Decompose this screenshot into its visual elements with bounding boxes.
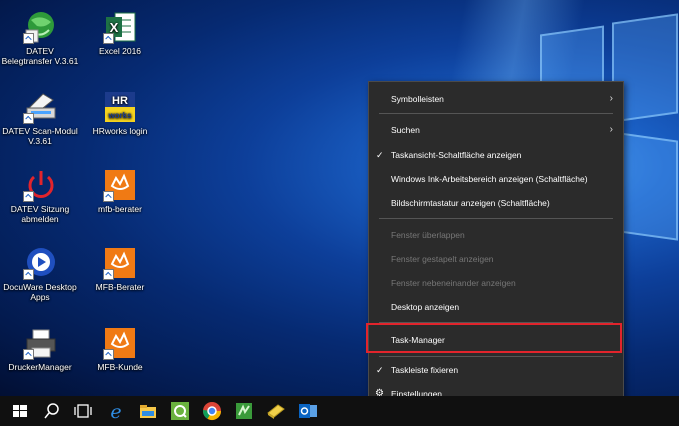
qlik-icon[interactable] (170, 401, 190, 421)
desktop-icon-label: DATEV Belegtransfer V.3.61 (1, 46, 79, 66)
datev-globe-icon (23, 10, 57, 44)
desktop-icon-datev-scan[interactable]: DATEV Scan-Modul V.3.61 (0, 90, 80, 146)
desktop-icon-label: MFB-Berater (95, 282, 145, 292)
menu-item-label: Bildschirmtastatur anzeigen (Schaltfläch… (391, 198, 550, 208)
menu-item-label: Fenster gestapelt anzeigen (391, 254, 494, 264)
menu-item-toolbars[interactable]: Symbolleisten › (369, 89, 623, 109)
menu-item-label: Taskansicht-Schaltfläche anzeigen (391, 150, 522, 160)
chevron-right-icon: › (609, 124, 613, 135)
menu-item-stacked: Fenster gestapelt anzeigen (369, 249, 623, 269)
menu-separator (379, 356, 613, 357)
excel-icon: X (103, 10, 137, 44)
desktop-icon-label: Excel 2016 (98, 46, 142, 56)
menu-item-label: Taskleiste fixieren (391, 365, 459, 375)
menu-item-label: Einstellungen (391, 389, 443, 396)
menu-item-settings[interactable]: ⚙ Einstellungen (369, 384, 623, 396)
task-manager-highlight (366, 323, 622, 353)
file-explorer-icon[interactable] (138, 401, 158, 421)
menu-item-label: Windows Ink-Arbeitsbereich anzeigen (Sch… (391, 174, 588, 184)
desktop-icon-label: DATEV Scan-Modul V.3.61 (2, 126, 78, 146)
search-icon[interactable] (42, 401, 62, 421)
menu-item-search[interactable]: Suchen › (369, 120, 623, 140)
menu-separator (379, 218, 613, 219)
chrome-icon[interactable] (202, 401, 222, 421)
desktop-icon-mfb-berater-lower[interactable]: mfb-berater (80, 168, 160, 214)
menu-item-lock-taskbar[interactable]: ✓ Taskleiste fixieren (369, 360, 623, 380)
mfb-icon (103, 246, 137, 280)
task-view-icon[interactable] (73, 401, 93, 421)
screenshot-margin (679, 0, 684, 430)
outlook-icon[interactable] (298, 401, 318, 421)
desktop-icon-mfb-kunde[interactable]: MFB-Kunde (80, 326, 160, 372)
chevron-right-icon: › (609, 93, 613, 104)
hrworks-icon: HR works (103, 90, 137, 124)
screen: DATEV Belegtransfer V.3.61 DATEV Scan-Mo… (0, 0, 679, 426)
notes-icon[interactable] (266, 401, 286, 421)
desktop-icon-hrworks[interactable]: HR works HRworks login (80, 90, 160, 136)
desktop-icon-druckermanager[interactable]: DruckerManager (0, 326, 80, 372)
menu-item-label: Fenster überlappen (391, 230, 465, 240)
hrworks-logo-text: HR (112, 95, 128, 107)
mfb-icon (103, 326, 137, 360)
desktop-icon-label: DATEV Sitzung abmelden (10, 204, 70, 224)
edge-icon[interactable]: e (106, 401, 126, 423)
scanner-icon (23, 90, 57, 124)
menu-item-label: Suchen (391, 125, 420, 135)
menu-item-touch-keyboard[interactable]: Bildschirmtastatur anzeigen (Schaltfläch… (369, 193, 623, 213)
checkmark-icon: ✓ (376, 150, 384, 160)
desktop-icon-label: HRworks login (92, 126, 148, 136)
menu-item-ink-workspace[interactable]: Windows Ink-Arbeitsbereich anzeigen (Sch… (369, 169, 623, 189)
desktop-icon-datev-belegtransfer[interactable]: DATEV Belegtransfer V.3.61 (0, 10, 80, 66)
menu-item-label: Desktop anzeigen (391, 302, 460, 312)
menu-item-label: Symbolleisten (391, 94, 444, 104)
docuware-icon (23, 246, 57, 280)
desktop-icon-datev-sitzung[interactable]: DATEV Sitzung abmelden (0, 168, 80, 224)
desktop-icon-excel[interactable]: X Excel 2016 (80, 10, 160, 56)
taskbar[interactable]: e (0, 396, 679, 426)
svg-text:e: e (110, 401, 121, 421)
gear-icon: ⚙ (375, 388, 384, 396)
desktop-icon-mfb-berater[interactable]: MFB-Berater (80, 246, 160, 292)
desktop-icon-docuware[interactable]: DocuWare Desktop Apps (0, 246, 80, 302)
mfb-icon (103, 168, 137, 202)
power-icon (23, 168, 57, 202)
desktop-icon-label: mfb-berater (98, 204, 142, 214)
menu-item-show-desktop[interactable]: Desktop anzeigen (369, 297, 623, 317)
desktop-icon-label: MFB-Kunde (97, 362, 143, 372)
desktop-icon-label: DocuWare Desktop Apps (3, 282, 77, 302)
menu-item-cascade: Fenster überlappen (369, 225, 623, 245)
menu-item-task-view[interactable]: ✓ Taskansicht-Schaltfläche anzeigen (369, 145, 623, 165)
menu-separator (379, 113, 613, 114)
checkmark-icon: ✓ (376, 365, 384, 375)
printer-icon (23, 326, 57, 360)
hrworks-logo-subtext: works (107, 111, 132, 120)
menu-item-side-by-side: Fenster nebeneinander anzeigen (369, 273, 623, 293)
green-app-icon[interactable] (234, 401, 254, 421)
menu-item-label: Fenster nebeneinander anzeigen (391, 278, 516, 288)
desktop-icon-label: DruckerManager (8, 362, 72, 372)
windows-start-icon[interactable] (10, 401, 30, 421)
